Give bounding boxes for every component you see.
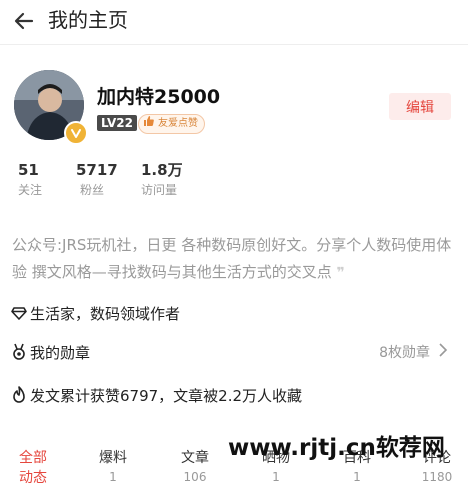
medal-count: 8枚勋章 <box>379 345 430 361</box>
flame-icon <box>10 386 28 404</box>
stat-visits[interactable]: 1.8万 访问量 <box>141 160 183 199</box>
arrow-left-icon[interactable] <box>12 9 36 33</box>
edit-profile-button[interactable]: 编辑 <box>389 93 451 120</box>
tab-count: 1180 <box>421 470 453 484</box>
verified-badge-icon <box>64 121 88 145</box>
identity-label: 生活家，数码领域作者 <box>30 304 181 323</box>
username: 加内特25000 <box>97 86 221 108</box>
medal-count-link[interactable]: 8枚勋章 <box>379 340 448 364</box>
stat-label: 访问量 <box>141 183 178 197</box>
my-medals-row[interactable]: 我的勋章 <box>10 340 90 364</box>
tab-all-activity[interactable]: 全部动态 <box>8 448 58 488</box>
medal-icon <box>10 343 28 361</box>
site-watermark: www.rjtj.cn软荐网 <box>228 435 445 461</box>
stat-followers[interactable]: 5717 粉丝 <box>76 160 118 199</box>
tab-scoops[interactable]: 爆料 1 <box>88 448 138 486</box>
tab-count: 1 <box>272 470 280 484</box>
tab-count: 1 <box>353 470 361 484</box>
friendly-like-label: 友爱点赞 <box>158 118 198 129</box>
bio-body: 公众号:JRS玩机社，日更 各种数码原创好文。分享个人数码使用体验 撰文风格—寻… <box>12 236 452 281</box>
achievement-row: 发文累计获赞6797，文章被2.2万人收藏 <box>10 383 302 407</box>
tab-articles[interactable]: 文章 106 <box>170 448 220 486</box>
achievement-text: 发文累计获赞6797，文章被2.2万人收藏 <box>30 386 303 405</box>
stat-value: 5717 <box>76 161 118 179</box>
stat-value: 1.8万 <box>141 161 183 179</box>
stat-value: 51 <box>18 161 39 179</box>
diamond-icon <box>10 304 28 322</box>
level-badge: LV22 <box>97 115 137 131</box>
tab-label: 文章 <box>181 450 209 466</box>
bio-text: 公众号:JRS玩机社，日更 各种数码原创好文。分享个人数码使用体验 撰文风格—寻… <box>12 232 456 287</box>
page-title: 我的主页 <box>48 8 128 32</box>
chevron-right-icon <box>438 343 448 361</box>
stat-label: 粉丝 <box>80 183 105 197</box>
my-medals-label: 我的勋章 <box>30 343 91 362</box>
tab-count: 1 <box>109 470 117 484</box>
friendly-like-badge[interactable]: 友爱点赞 <box>138 114 205 134</box>
top-bar: 我的主页 <box>0 0 468 45</box>
stat-following[interactable]: 51 关注 <box>18 160 42 199</box>
stat-label: 关注 <box>18 183 43 197</box>
tab-label: 爆料 <box>99 450 127 466</box>
identity-row: 生活家，数码领域作者 <box>10 301 180 325</box>
tab-label: 全部动态 <box>19 450 47 486</box>
quote-icon: ❞ <box>336 265 345 281</box>
tab-count: 106 <box>183 470 207 484</box>
thumbs-up-icon <box>143 115 155 134</box>
